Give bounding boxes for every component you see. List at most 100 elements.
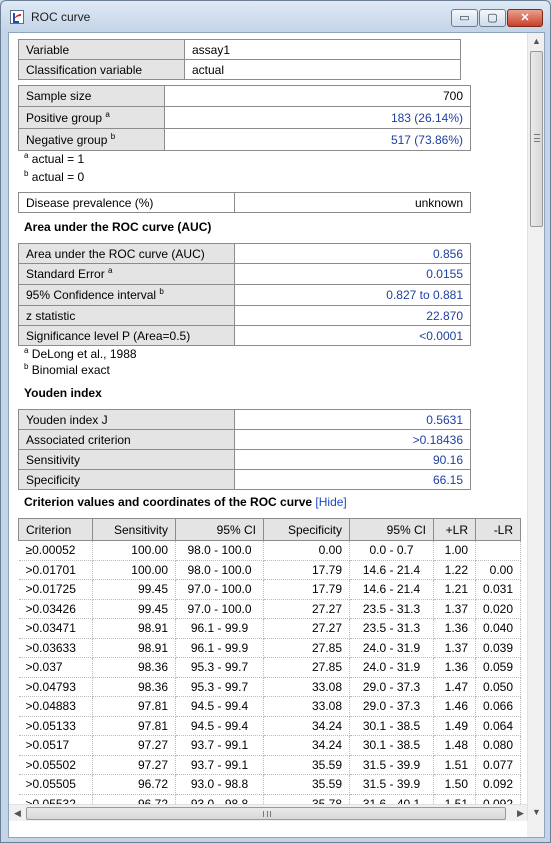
table-cell: 96.72 bbox=[92, 774, 176, 795]
table-cell: >0.037 bbox=[18, 657, 93, 678]
footnote-b-auc: b Binomial exact bbox=[24, 362, 110, 378]
vertical-scrollbar[interactable]: ▲ ▼ bbox=[527, 33, 544, 821]
column-header[interactable]: Specificity bbox=[263, 518, 350, 541]
table-cell: 14.6 - 21.4 bbox=[349, 560, 434, 580]
table-cell: 0.040 bbox=[475, 618, 522, 639]
table-row: >0.03426 99.45 97.0 - 100.0 27.27 23.5 - 31.… bbox=[18, 599, 522, 619]
table-cell: >0.03633 bbox=[18, 638, 93, 658]
table-cell: 35.59 bbox=[263, 774, 350, 795]
table-cell: 30.1 - 38.5 bbox=[349, 716, 434, 736]
table-cell: 1.00 bbox=[433, 540, 476, 561]
positive-group-label: Positive group a bbox=[18, 106, 165, 129]
specificity-value: 66.15 bbox=[234, 469, 471, 490]
footnote-b-groups: b actual = 0 bbox=[24, 169, 85, 185]
table-cell: 96.1 - 99.9 bbox=[175, 618, 264, 639]
sensitivity-value: 90.16 bbox=[234, 449, 471, 470]
table-cell: >0.04883 bbox=[18, 696, 93, 717]
scroll-up-icon[interactable]: ▲ bbox=[528, 33, 544, 50]
significance-value: <0.0001 bbox=[234, 325, 471, 346]
table-cell: 24.0 - 31.9 bbox=[349, 638, 434, 658]
table-cell: 33.08 bbox=[263, 677, 350, 697]
table-cell: 97.0 - 100.0 bbox=[175, 599, 264, 619]
table-cell: 97.81 bbox=[92, 716, 176, 736]
table-cell: 98.0 - 100.0 bbox=[175, 560, 264, 580]
table-cell: 0.080 bbox=[475, 735, 522, 756]
column-header[interactable]: +LR bbox=[433, 518, 476, 541]
table-cell: >0.03471 bbox=[18, 618, 93, 639]
table-cell: 30.1 - 38.5 bbox=[349, 735, 434, 756]
table-cell: 1.50 bbox=[433, 774, 476, 795]
table-cell: 97.81 bbox=[92, 696, 176, 717]
auc-table: Area under the ROC curve (AUC) 0.856 Sta… bbox=[18, 243, 471, 346]
table-cell: 94.5 - 99.4 bbox=[175, 716, 264, 736]
criterion-table: Criterion Sensitivity 95% CI Specificity… bbox=[18, 518, 522, 821]
minimize-button[interactable]: ▭ bbox=[451, 9, 478, 27]
table-cell: 24.0 - 31.9 bbox=[349, 657, 434, 678]
table-cell: 99.45 bbox=[92, 579, 176, 600]
table-row: >0.03471 98.91 96.1 - 99.9 27.27 23.5 - 31.3… bbox=[18, 618, 522, 639]
table-cell: 0.00 bbox=[475, 560, 522, 580]
specificity-label: Specificity bbox=[18, 469, 235, 490]
table-cell: 17.79 bbox=[263, 560, 350, 580]
sample-size-label: Sample size bbox=[18, 85, 165, 107]
table-cell: 97.27 bbox=[92, 755, 176, 775]
variable-value: assay1 bbox=[184, 39, 461, 60]
column-header[interactable]: Criterion bbox=[18, 518, 93, 541]
table-row: >0.04793 98.36 95.3 - 99.7 33.08 29.0 - 37.3… bbox=[18, 677, 522, 697]
classification-variable-value: actual bbox=[184, 59, 461, 80]
footnote-a-groups: a actual = 1 bbox=[24, 151, 85, 167]
horizontal-scroll-thumb[interactable] bbox=[26, 807, 506, 820]
associated-criterion-label: Associated criterion bbox=[18, 429, 235, 450]
auc-value: 0.856 bbox=[234, 243, 471, 264]
z-statistic-value: 22.870 bbox=[234, 305, 471, 326]
table-row: >0.04883 97.81 94.5 - 99.4 33.08 29.0 - 37.3… bbox=[18, 696, 522, 717]
table-cell: 93.0 - 98.8 bbox=[175, 774, 264, 795]
table-row: >0.05505 96.72 93.0 - 98.8 35.59 31.5 - 39.9… bbox=[18, 774, 522, 795]
scroll-down-icon[interactable]: ▼ bbox=[528, 804, 544, 821]
column-header[interactable]: Sensitivity bbox=[92, 518, 176, 541]
column-header[interactable]: -LR bbox=[474, 518, 522, 541]
table-cell: 99.45 bbox=[92, 599, 176, 619]
column-header[interactable]: 95% CI bbox=[349, 518, 434, 541]
table-cell: 0.00 bbox=[263, 540, 350, 561]
maximize-button[interactable]: ▢ bbox=[479, 9, 506, 27]
table-cell: 93.7 - 99.1 bbox=[175, 755, 264, 775]
table-cell: 98.36 bbox=[92, 677, 176, 697]
table-cell bbox=[475, 540, 522, 561]
table-cell: 98.0 - 100.0 bbox=[175, 540, 264, 561]
table-row: ≥0.00052 100.00 98.0 - 100.0 0.00 0.0 - 0.7 1… bbox=[18, 540, 522, 561]
vertical-scroll-thumb[interactable] bbox=[530, 51, 543, 227]
table-cell: 94.5 - 99.4 bbox=[175, 696, 264, 717]
table-cell: 1.21 bbox=[433, 579, 476, 600]
table-cell: 1.37 bbox=[433, 599, 476, 619]
criterion-table-body: ≥0.00052 100.00 98.0 - 100.0 0.00 0.0 - 0.7 1… bbox=[18, 540, 522, 821]
table-cell: 1.36 bbox=[433, 618, 476, 639]
scroll-left-icon[interactable]: ◀ bbox=[9, 805, 26, 821]
table-row: >0.01701 100.00 98.0 - 100.0 17.79 14.6 - 21… bbox=[18, 560, 522, 580]
table-cell: 23.5 - 31.3 bbox=[349, 618, 434, 639]
scrollbar-corner bbox=[527, 820, 544, 837]
table-cell: 1.48 bbox=[433, 735, 476, 756]
significance-label: Significance level P (Area=0.5) bbox=[18, 325, 235, 346]
youden-table: Youden index J 0.5631 Associated criteri… bbox=[18, 409, 471, 490]
table-cell: 0.020 bbox=[475, 599, 522, 619]
table-cell: 0.031 bbox=[475, 579, 522, 600]
table-cell: 96.1 - 99.9 bbox=[175, 638, 264, 658]
table-cell: 97.27 bbox=[92, 735, 176, 756]
roc-chart-icon bbox=[10, 10, 24, 24]
hide-link[interactable]: [Hide] bbox=[315, 495, 346, 509]
results-pane: Variable assay1 Classification variable … bbox=[8, 32, 545, 838]
table-row: >0.01725 99.45 97.0 - 100.0 17.79 14.6 - 21.… bbox=[18, 579, 522, 600]
table-cell: 0.064 bbox=[475, 716, 522, 736]
column-header[interactable]: 95% CI bbox=[175, 518, 264, 541]
close-button[interactable]: ✕ bbox=[507, 9, 543, 27]
table-cell: 0.039 bbox=[475, 638, 522, 658]
youden-heading: Youden index bbox=[24, 386, 102, 400]
horizontal-scrollbar[interactable]: ◀ ▶ bbox=[9, 804, 529, 821]
table-cell: 1.47 bbox=[433, 677, 476, 697]
table-cell: 1.36 bbox=[433, 657, 476, 678]
table-cell: 98.91 bbox=[92, 618, 176, 639]
sensitivity-label: Sensitivity bbox=[18, 449, 235, 470]
title-bar[interactable]: ROC curve ▭ ▢ ✕ bbox=[1, 1, 550, 33]
table-cell: 34.24 bbox=[263, 716, 350, 736]
